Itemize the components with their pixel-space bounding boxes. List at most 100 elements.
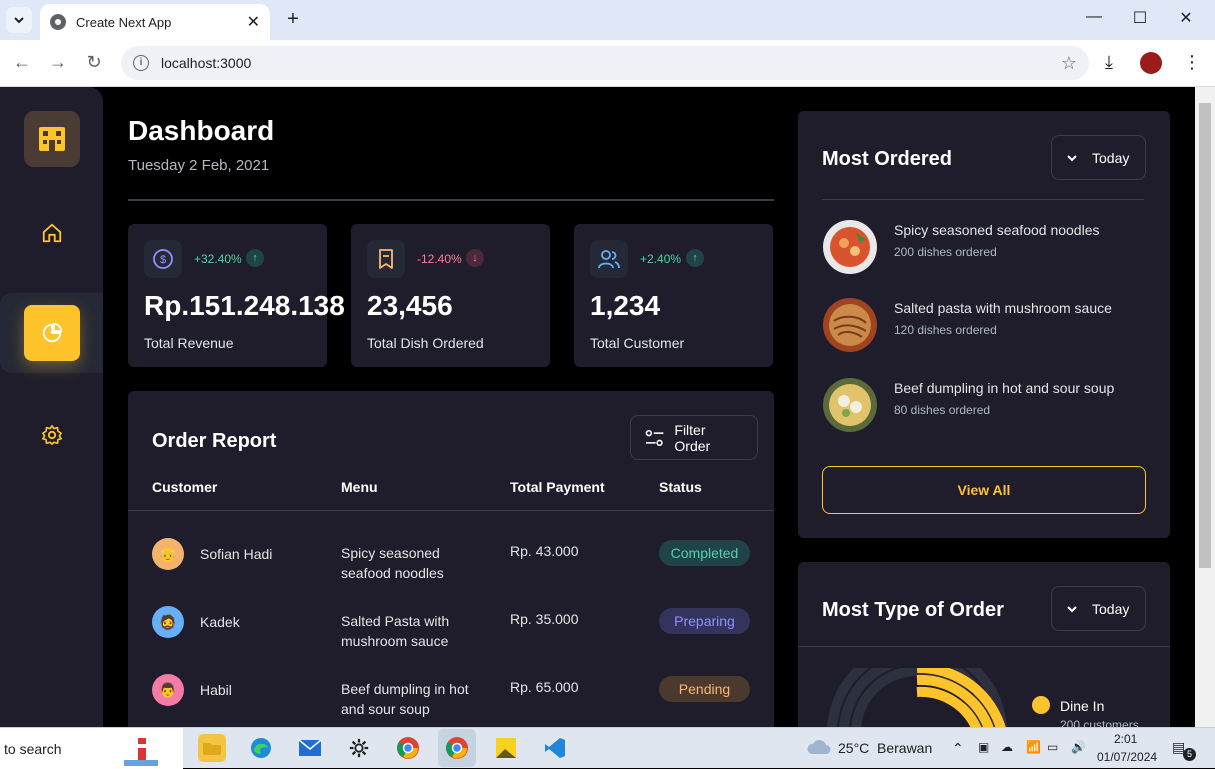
close-window-icon[interactable]: ✕ — [1174, 8, 1198, 28]
table-header: Customer Menu Total Payment Status — [128, 479, 774, 511]
filter-value: Today — [1092, 149, 1130, 166]
tab-title: Create Next App — [76, 14, 172, 30]
volume-icon[interactable]: 🔊 — [1071, 740, 1086, 754]
menu-name: Spicy seasoned seafood noodles — [341, 545, 444, 581]
weather-desc[interactable]: Berawan — [877, 740, 932, 756]
stat-change: +2.40% — [640, 252, 682, 266]
view-all-button[interactable]: View All — [822, 466, 1146, 514]
scrollbar-thumb[interactable] — [1199, 103, 1211, 568]
list-item[interactable]: Spicy seasoned seafood noodles 200 dishe… — [822, 219, 1152, 275]
column-header: Menu — [341, 479, 378, 495]
address-bar-row: ← → ↻ i localhost:3000 ☆ ⤓ ⋮ — [0, 40, 1215, 87]
dashboard-nav-button[interactable] — [23, 305, 80, 361]
chevron-up-icon[interactable]: ⌃ — [952, 740, 964, 757]
arrow-up-icon: ↑ — [686, 249, 704, 267]
meet-icon[interactable]: ▣ — [978, 740, 989, 754]
nav-item-home[interactable] — [0, 193, 103, 273]
browser-tab[interactable]: Create Next App ✕ — [40, 4, 270, 40]
vscode-icon[interactable] — [541, 734, 569, 762]
filter-order-button[interactable]: Filter Order — [630, 415, 758, 460]
list-item[interactable]: Salted pasta with mushroom sauce 120 dis… — [822, 297, 1152, 353]
chrome-icon[interactable] — [394, 734, 422, 762]
clock-time[interactable]: 2:01 — [1114, 732, 1137, 746]
battery-icon[interactable]: ▭ — [1047, 740, 1058, 754]
most-type-title: Most Type of Order — [822, 599, 1004, 621]
maximize-icon[interactable]: ☐ — [1128, 8, 1152, 28]
stat-card-customers: +2.40% ↑ 1,234 Total Customer — [574, 224, 773, 367]
cloud-icon — [806, 738, 832, 756]
back-icon[interactable]: ← — [10, 52, 34, 73]
avatar: 🧔 — [152, 606, 184, 638]
stat-card-revenue: $ +32.40% ↑ Rp.151.248.138 Total Revenue — [128, 224, 345, 367]
customer-name: Sofian Hadi — [200, 546, 273, 562]
stat-label: Total Customer — [590, 335, 685, 351]
column-header: Status — [659, 479, 702, 495]
reload-icon[interactable]: ↻ — [82, 52, 106, 73]
stat-change: +32.40% — [194, 252, 242, 266]
omnibox[interactable]: i localhost:3000 ☆ — [121, 46, 1089, 80]
new-tab-button[interactable]: + — [282, 8, 304, 30]
dish-image — [823, 378, 877, 432]
dish-count: 80 dishes ordered — [894, 403, 991, 417]
stat-card-dishes: -12.40% ↓ 23,456 Total Dish Ordered — [351, 224, 550, 367]
forward-icon[interactable]: → — [46, 52, 70, 73]
tab-search-button[interactable] — [6, 7, 32, 33]
settings-app-icon[interactable] — [345, 734, 373, 762]
avatar: 👴 — [152, 538, 184, 570]
file-explorer-icon[interactable] — [198, 734, 226, 762]
edge-icon[interactable] — [247, 734, 275, 762]
filter-value: Today — [1092, 600, 1130, 617]
notification-count: 5 — [1183, 748, 1196, 761]
site-info-icon[interactable]: i — [133, 55, 149, 71]
wifi-icon[interactable]: 📶 — [1026, 740, 1041, 754]
legend-dot — [1032, 696, 1050, 714]
onedrive-icon[interactable]: ☁ — [1001, 740, 1013, 754]
url-text[interactable]: localhost:3000 — [161, 55, 1061, 71]
bookmark-star-icon[interactable]: ☆ — [1061, 53, 1077, 74]
table-row[interactable]: 👴 Sofian Hadi Spicy seasoned seafood noo… — [128, 538, 774, 606]
close-tab-icon[interactable]: ✕ — [247, 12, 260, 32]
windows-taskbar: to search 25°C Berawan ⌃ ▣ ☁ 📶 ▭ 🔊 2:01 … — [0, 727, 1215, 769]
dish-count: 120 dishes ordered — [894, 323, 997, 337]
donut-chart — [827, 668, 1007, 732]
mail-icon[interactable] — [296, 734, 324, 762]
nav-item-settings[interactable] — [0, 395, 103, 475]
stat-value: 23,456 — [367, 290, 453, 321]
clock-date[interactable]: 01/07/2024 — [1097, 750, 1157, 764]
most-ordered-filter[interactable]: Today — [1051, 135, 1146, 180]
page-scrollbar[interactable] — [1195, 87, 1215, 727]
profile-avatar[interactable] — [1140, 52, 1162, 74]
svg-text:$: $ — [160, 254, 166, 266]
stat-value: 1,234 — [590, 290, 661, 321]
stat-change: -12.40% — [417, 252, 462, 266]
main-content: Dashboard Tuesday 2 Feb, 2021 $ +32.40% … — [128, 87, 774, 731]
sticky-notes-icon[interactable] — [492, 734, 520, 762]
users-icon — [590, 240, 628, 278]
nav-item-dashboard[interactable] — [0, 293, 103, 373]
payment-amount: Rp. 43.000 — [510, 543, 579, 559]
list-item[interactable]: Beef dumpling in hot and sour soup 80 di… — [822, 377, 1152, 433]
more-menu-icon[interactable]: ⋮ — [1183, 52, 1201, 73]
store-logo-icon[interactable] — [24, 111, 80, 167]
minimize-icon[interactable]: — — [1082, 8, 1106, 26]
weather-temp[interactable]: 25°C — [838, 740, 869, 756]
menu-name: Beef dumpling in hot and sour soup — [341, 681, 469, 717]
most-type-filter[interactable]: Today — [1051, 586, 1146, 631]
pie-chart-icon — [42, 322, 62, 343]
download-icon[interactable]: ⤓ — [1105, 52, 1113, 73]
arrow-down-icon: ↓ — [466, 249, 484, 267]
dish-count: 200 dishes ordered — [894, 245, 997, 259]
chrome-active-icon[interactable] — [438, 729, 476, 767]
status-badge: Completed — [659, 540, 750, 566]
status-badge: Preparing — [659, 608, 750, 634]
most-ordered-title: Most Ordered — [822, 148, 953, 170]
chevron-down-icon — [1067, 605, 1077, 612]
chevron-down-icon — [1067, 154, 1077, 161]
header-divider — [128, 199, 774, 201]
stat-label: Total Revenue — [144, 335, 234, 351]
bookmark-icon — [367, 240, 405, 278]
table-row[interactable]: 🧔 Kadek Salted Pasta with mushroom sauce… — [128, 606, 774, 674]
column-header: Total Payment — [510, 479, 605, 495]
taskbar-search[interactable]: to search — [0, 728, 183, 769]
customer-name: Habil — [200, 682, 232, 698]
